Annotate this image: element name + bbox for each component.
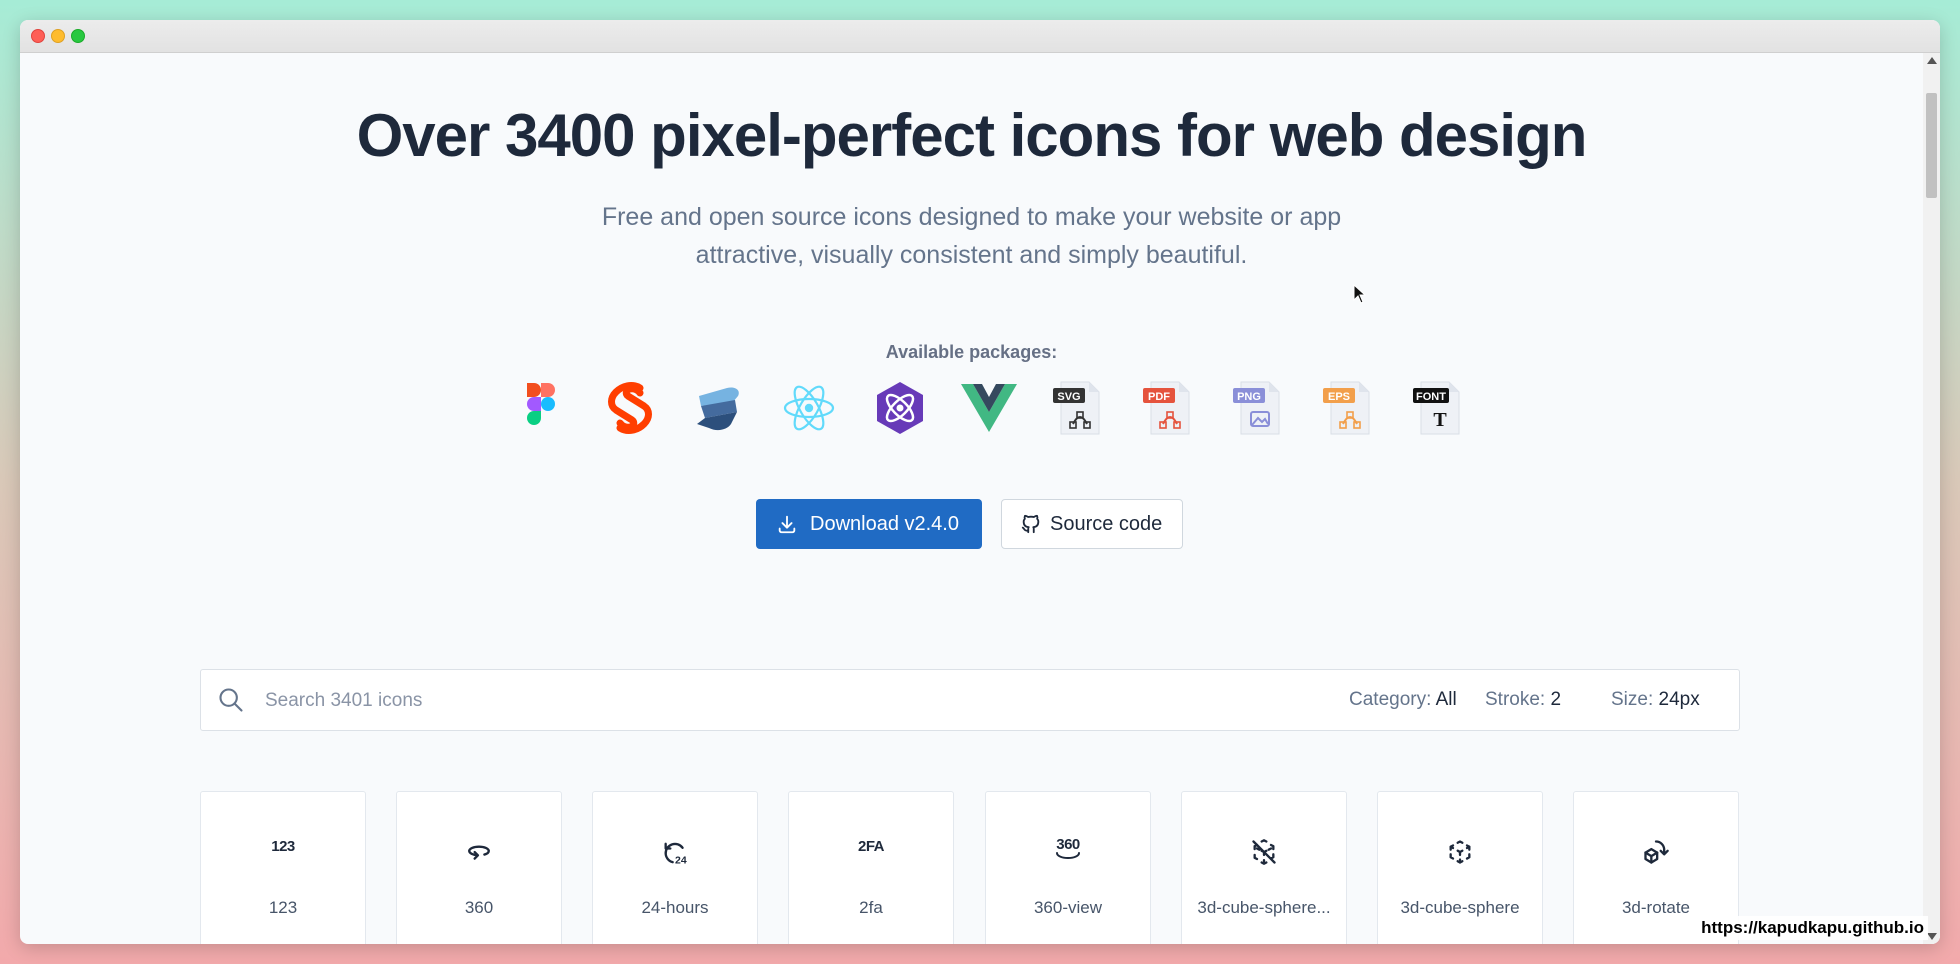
browser-window: Over 3400 pixel-perfect icons for web de… (20, 20, 1940, 944)
icon-card-360-view[interactable]: 360 360-view (985, 791, 1151, 944)
search-icon (219, 688, 243, 712)
icon-card-label: 3d-rotate (1621, 898, 1691, 917)
svelte-icon[interactable] (602, 380, 658, 436)
icon-card-label: 3d-cube-sphere (1400, 898, 1520, 917)
icon-card-label: 360-view (1033, 898, 1103, 917)
title-bar (20, 20, 1940, 53)
icon-card-label: 24-hours (641, 898, 709, 917)
page-content: Over 3400 pixel-perfect icons for web de… (20, 53, 1923, 944)
subtitle-line-1: Free and open source icons designed to m… (601, 203, 1342, 231)
scroll-down-arrow-icon[interactable] (1927, 933, 1937, 940)
icon-card-123[interactable]: 123 123 (200, 791, 366, 944)
rotate-360-icon (468, 845, 490, 860)
packages-label: Available packages: (885, 342, 1058, 362)
size-filter-value: 24px (1658, 689, 1700, 710)
icon-card-label: 3d-cube-sphere... (1197, 898, 1331, 917)
solidjs-icon[interactable] (691, 380, 747, 436)
icon-card-label: 360 (464, 898, 494, 917)
view-360-icon: 360 (1056, 836, 1080, 853)
category-filter-label: Category: (1349, 689, 1432, 710)
pdf-file-icon[interactable]: PDF (1141, 380, 1197, 436)
file-badge-label: FONT (1416, 391, 1446, 403)
react-icon[interactable] (781, 380, 837, 436)
view-360-arc-icon (1056, 852, 1080, 860)
source-url-overlay: https://kapudkapu.github.io (1697, 916, 1928, 940)
icon-card-2fa[interactable]: 2FA 2fa (788, 791, 954, 944)
eps-file-icon[interactable]: EPS (1321, 380, 1377, 436)
file-badge-label: PDF (1148, 391, 1170, 403)
download-icon (778, 515, 796, 534)
file-badge-label: EPS (1328, 391, 1350, 403)
file-badge-label: PNG (1237, 391, 1261, 403)
stroke-filter-label: Stroke: (1485, 689, 1546, 710)
two-factor-auth-icon: 2FA (857, 838, 885, 855)
svg-text:24: 24 (675, 855, 687, 866)
download-button[interactable]: Download v2.4.0 (756, 499, 982, 549)
png-file-icon[interactable]: PNG (1231, 380, 1287, 436)
font-file-icon[interactable]: FONT T (1411, 380, 1467, 436)
font-letter-glyph: T (1433, 409, 1447, 431)
icon-card-360[interactable]: 360 (396, 791, 562, 944)
figma-icon[interactable] (513, 380, 569, 436)
source-code-button-label: Source code (1050, 512, 1163, 535)
file-badge-label: SVG (1057, 391, 1080, 403)
category-filter-value: All (1435, 689, 1457, 710)
mouse-cursor-icon (1353, 284, 1367, 304)
search-input[interactable] (263, 680, 1167, 722)
vue-icon[interactable] (961, 380, 1017, 436)
close-window-button[interactable] (31, 29, 45, 43)
page-subtitle: Free and open source icons designed to m… (20, 198, 1923, 274)
cube-sphere-icon (1449, 840, 1471, 864)
hours-24-icon: 24 (664, 842, 687, 866)
rotate-3d-icon (1644, 840, 1669, 864)
numbers-123-icon: 123 (271, 838, 295, 855)
preact-icon[interactable] (872, 380, 928, 436)
stroke-filter-value: 2 (1550, 689, 1562, 710)
scrollbar-thumb[interactable] (1926, 93, 1937, 198)
size-filter[interactable]: Size: 24px (1611, 689, 1700, 711)
cube-sphere-off-icon (1252, 839, 1276, 865)
vertical-scrollbar[interactable] (1923, 53, 1940, 944)
icon-card-label: 123 (268, 898, 298, 917)
maximize-window-button[interactable] (71, 29, 85, 43)
page-title: Over 3400 pixel-perfect icons for web de… (356, 102, 1588, 169)
svg-file-icon[interactable]: SVG (1051, 380, 1107, 436)
github-icon (1021, 514, 1040, 534)
download-button-label: Download v2.4.0 (810, 512, 959, 535)
size-filter-label: Size: (1611, 689, 1654, 710)
stroke-filter[interactable]: Stroke: 2 (1485, 689, 1561, 711)
icon-card-3d-cube-sphere-off[interactable]: 3d-cube-sphere... (1181, 791, 1347, 944)
source-code-button[interactable]: Source code (1001, 499, 1183, 549)
category-filter[interactable]: Category: All (1349, 689, 1457, 711)
icon-card-3d-cube-sphere[interactable]: 3d-cube-sphere (1377, 791, 1543, 944)
subtitle-line-2: attractive, visually consistent and simp… (695, 241, 1248, 269)
icon-card-24-hours[interactable]: 24 24-hours (592, 791, 758, 944)
icon-card-label: 2fa (859, 898, 883, 917)
minimize-window-button[interactable] (51, 29, 65, 43)
icon-search-bar: Category: All Stroke: 2 Size: 24px (200, 669, 1740, 731)
scroll-up-arrow-icon[interactable] (1927, 57, 1937, 64)
